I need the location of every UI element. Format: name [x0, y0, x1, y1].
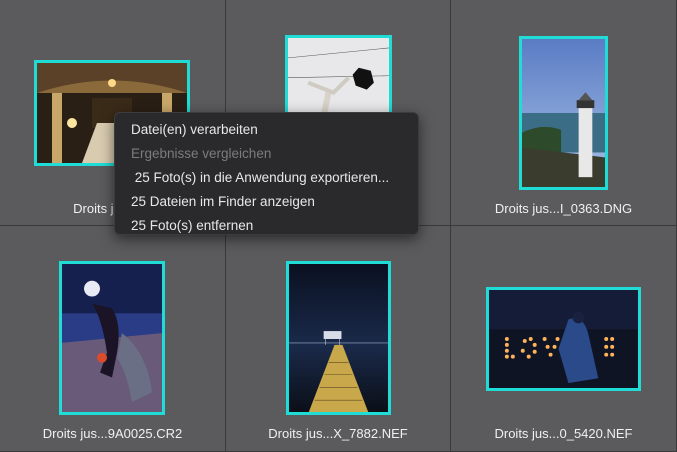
photo-cell[interactable]: Droits jus...0_5420.NEF — [451, 226, 677, 452]
pier-night-image — [289, 264, 388, 412]
photo-thumbnail[interactable] — [59, 261, 165, 415]
photo-filename: Droits jus...X_7882.NEF — [268, 426, 408, 441]
context-menu: Datei(en) verarbeiten Ergebnisse verglei… — [114, 112, 419, 235]
photo-filename: Droits jus...I_0363.DNG — [494, 201, 633, 216]
menu-item-process-files[interactable]: Datei(en) verarbeiten — [115, 118, 418, 142]
photo-thumbnail[interactable] — [519, 36, 608, 190]
love-lights-image — [489, 290, 638, 388]
photo-cell[interactable]: Droits jus...X_7882.NEF — [226, 226, 451, 452]
photo-thumbnail[interactable] — [486, 287, 641, 391]
photo-filename: Droits jus...9A0025.CR2 — [42, 426, 183, 441]
lighthouse-image — [522, 39, 605, 187]
dancer-image — [62, 264, 162, 412]
photo-thumbnail[interactable] — [286, 261, 391, 415]
photo-cell[interactable]: Droits jus...I_0363.DNG — [451, 0, 677, 226]
menu-item-export-photos[interactable]: 25 Foto(s) in die Anwendung exportieren.… — [115, 166, 418, 190]
menu-item-compare-results: Ergebnisse vergleichen — [131, 146, 272, 161]
menu-item-show-in-finder[interactable]: 25 Dateien im Finder anzeigen — [115, 190, 418, 214]
photo-filename: Droits jus...0_5420.NEF — [494, 426, 633, 441]
menu-item-remove-photos[interactable]: 25 Foto(s) entfernen — [115, 214, 418, 238]
photo-cell[interactable]: Droits jus...9A0025.CR2 — [0, 226, 226, 452]
